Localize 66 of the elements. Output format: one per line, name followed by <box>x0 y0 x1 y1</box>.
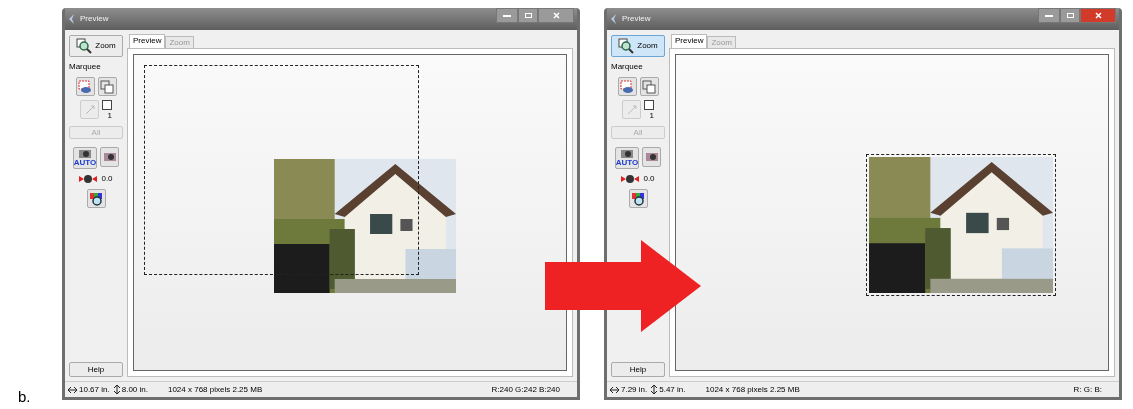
copy-marquee-button[interactable] <box>97 77 117 96</box>
magnifier-icon <box>76 38 93 54</box>
film-reel-icon <box>621 174 640 184</box>
minimize-button[interactable] <box>496 8 518 23</box>
color-magnifier-icon <box>89 191 103 206</box>
camera-icon <box>644 151 659 163</box>
zoom-button[interactable]: Zoom <box>69 35 123 57</box>
marquee-arrow-icon <box>83 103 96 116</box>
auto-exposure-button[interactable]: AUTO <box>73 147 97 169</box>
image-size: 1024 x 768 pixels 2.25 MB <box>167 383 263 396</box>
maximize-button[interactable] <box>1060 8 1080 23</box>
marquee-icon <box>620 79 634 94</box>
marquee-checkbox[interactable] <box>644 100 654 110</box>
manual-exposure-button[interactable] <box>100 147 119 167</box>
maximize-button[interactable] <box>518 8 538 23</box>
copy-icon <box>100 79 114 94</box>
width-arrow-icon <box>68 386 77 393</box>
exposure-value: 0.0 <box>643 173 655 185</box>
color-palette-button[interactable] <box>86 189 106 208</box>
copy-marquee-button[interactable] <box>639 77 659 96</box>
help-button[interactable]: Help <box>611 362 665 377</box>
minimize-button[interactable] <box>1038 8 1060 23</box>
marquee-icon <box>78 79 92 94</box>
camera-icon <box>102 151 117 163</box>
camera-icon <box>620 149 634 159</box>
auto-exposure-button[interactable]: AUTO <box>615 147 639 169</box>
app-icon <box>610 14 618 24</box>
close-button[interactable] <box>1080 8 1116 23</box>
create-marquee-button[interactable] <box>617 77 637 96</box>
close-icon <box>552 12 560 19</box>
marquee-count: 1 <box>107 110 112 122</box>
exposure-value: 0.0 <box>101 173 113 185</box>
height-value: 8.00 in. <box>121 383 148 396</box>
marquee-arrow-icon <box>625 103 638 116</box>
manual-exposure-button[interactable] <box>642 147 661 167</box>
width-value: 10.67 in. <box>79 383 110 396</box>
film-reel-icon <box>79 174 98 184</box>
zoom-button[interactable]: Zoom <box>611 35 665 57</box>
window-title: Preview <box>80 13 109 25</box>
marquee-selection[interactable] <box>144 65 419 275</box>
marquee-count: 1 <box>649 110 654 122</box>
marquee-label: Marquee <box>610 61 643 73</box>
width-value: 7.29 in. <box>621 383 648 396</box>
magnifier-icon <box>618 38 635 54</box>
color-magnifier-icon <box>631 191 645 206</box>
copy-icon <box>642 79 656 94</box>
window-title: Preview <box>622 13 651 25</box>
tab[interactable]: Preview <box>129 34 166 48</box>
marquee-checkbox[interactable] <box>102 100 112 110</box>
pixel-color-value: R: G: B: <box>1073 383 1102 396</box>
pixel-color-value: R:240 G:242 B:240 <box>491 383 560 396</box>
height-arrow-icon <box>113 385 120 394</box>
height-arrow-icon <box>651 385 658 394</box>
camera-icon <box>78 149 92 159</box>
close-icon <box>1094 12 1102 19</box>
color-palette-button[interactable] <box>628 189 648 208</box>
figure-label: b. <box>18 386 32 407</box>
close-button[interactable] <box>538 8 574 23</box>
marquee-label: Marquee <box>68 61 101 73</box>
create-marquee-button[interactable] <box>75 77 95 96</box>
height-value: 5.47 in. <box>659 383 686 396</box>
tab[interactable]: Preview <box>671 34 708 48</box>
width-arrow-icon <box>610 386 619 393</box>
app-icon <box>68 14 76 24</box>
help-button[interactable]: Help <box>69 362 123 377</box>
image-size: 1024 x 768 pixels 2.25 MB <box>705 383 800 396</box>
